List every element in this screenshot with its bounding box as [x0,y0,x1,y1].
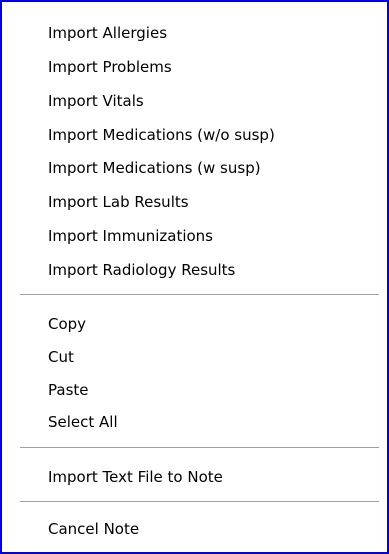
menu-item-copy[interactable]: Copy [48,309,377,339]
menu-separator [20,294,379,296]
menu-item-import-vitals[interactable]: Import Vitals [48,86,377,116]
menu-separator [20,501,379,503]
menu-separator [20,447,379,449]
menu-item-import-medications-without-susp[interactable]: Import Medications (w/o susp) [48,120,377,150]
menu-item-cut[interactable]: Cut [48,342,377,372]
menu-item-import-radiology-results[interactable]: Import Radiology Results [48,255,377,285]
menu-item-import-medications-with-susp[interactable]: Import Medications (w susp) [48,153,377,183]
menu-item-select-all[interactable]: Select All [48,407,377,437]
menu-item-import-lab-results[interactable]: Import Lab Results [48,187,377,217]
menu-item-cancel-note[interactable]: Cancel Note [48,514,377,544]
menu-item-import-text-file-to-note[interactable]: Import Text File to Note [48,462,377,492]
context-menu: Import Allergies Import Problems Import … [0,0,389,554]
menu-item-import-allergies[interactable]: Import Allergies [48,18,377,48]
menu-item-import-immunizations[interactable]: Import Immunizations [48,221,377,251]
menu-item-paste[interactable]: Paste [48,375,377,405]
menu-item-import-problems[interactable]: Import Problems [48,52,377,82]
